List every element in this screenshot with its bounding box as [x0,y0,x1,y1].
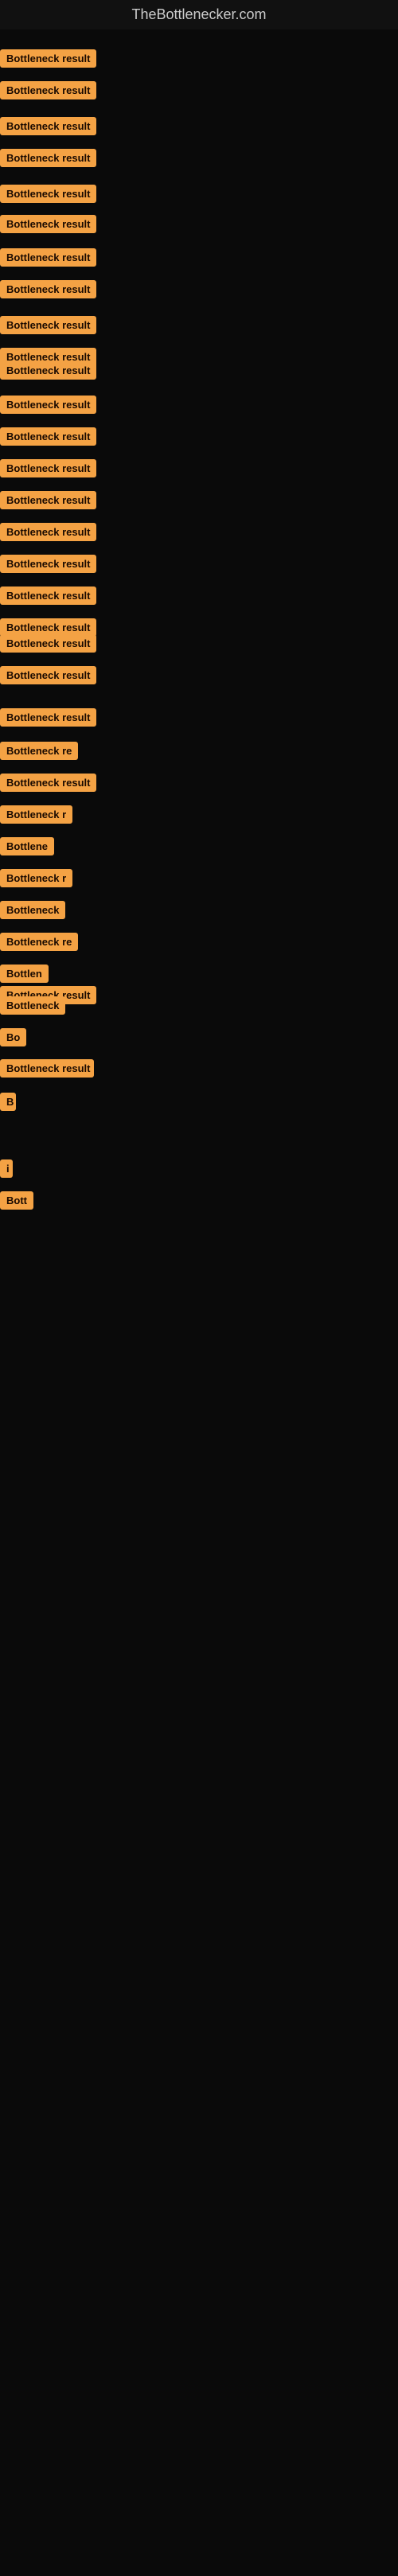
bottleneck-badge: Bottleneck [0,901,65,919]
bottleneck-item[interactable]: Bottleneck result [0,361,96,384]
bottleneck-item[interactable]: Bottlen [0,965,49,987]
bottleneck-item[interactable]: Bottleneck result [0,316,96,338]
bottleneck-item[interactable]: Bottleneck result [0,149,96,171]
bottleneck-item[interactable]: Bottleneck result [0,666,96,688]
bottleneck-badge: Bottleneck re [0,742,78,760]
bottleneck-item[interactable]: Bottleneck result [0,81,96,103]
bottleneck-item[interactable]: Bottleneck result [0,587,96,609]
bottleneck-item[interactable]: Bottleneck result [0,396,96,418]
bottleneck-badge: Bottleneck r [0,805,72,824]
bottleneck-item[interactable]: Bottleneck result [0,459,96,481]
bottleneck-badge: Bottleneck result [0,361,96,380]
bottleneck-item[interactable]: Bottleneck result [0,491,96,513]
bottleneck-item[interactable]: Bottleneck result [0,117,96,139]
bottleneck-badge: Bottleneck result [0,555,96,573]
bottleneck-item[interactable]: i [0,1159,13,1182]
bottleneck-badge: Bottleneck re [0,933,78,951]
bottleneck-item[interactable]: Bottlene [0,837,54,859]
bottleneck-badge: Bottlen [0,965,49,983]
bottleneck-item[interactable]: Bottleneck r [0,869,72,891]
bottleneck-item[interactable]: Bottleneck result [0,555,96,577]
bottleneck-badge: i [0,1159,13,1178]
bottleneck-item[interactable]: Bottleneck result [0,708,96,731]
bottleneck-badge: Bottleneck result [0,774,96,792]
bottleneck-badge: Bottleneck result [0,666,96,684]
bottleneck-item[interactable]: Bottleneck [0,901,65,923]
bottleneck-item[interactable]: Bottleneck re [0,742,78,764]
site-title: TheBottlenecker.com [0,0,398,29]
bottleneck-item[interactable]: Bottleneck result [0,185,96,207]
bottleneck-badge: Bottleneck result [0,215,96,233]
bottleneck-item[interactable]: Bottleneck result [0,634,96,657]
bottleneck-item[interactable]: Bottleneck result [0,49,96,72]
bottleneck-item[interactable]: Bottleneck result [0,1059,94,1081]
bottleneck-item[interactable]: Bottleneck result [0,523,96,545]
bottleneck-item[interactable]: Bottleneck result [0,248,96,271]
bottleneck-badge: Bottleneck [0,996,65,1015]
bottleneck-badge: Bottleneck result [0,149,96,167]
bottleneck-badge: Bottleneck result [0,587,96,605]
bottleneck-badge: Bott [0,1191,33,1210]
bottleneck-badge: Bottleneck result [0,117,96,135]
bottleneck-badge: Bottleneck result [0,316,96,334]
bottleneck-badge: Bottleneck result [0,708,96,727]
bottleneck-badge: Bottleneck result [0,49,96,68]
bottleneck-item[interactable]: Bo [0,1028,26,1050]
bottleneck-item[interactable]: Bottleneck result [0,427,96,450]
bottleneck-badge: Bottleneck result [0,427,96,446]
bottleneck-item[interactable]: Bottleneck result [0,774,96,796]
bottleneck-badge: Bottleneck result [0,634,96,653]
bottleneck-badge: Bo [0,1028,26,1046]
bottleneck-badge: Bottleneck result [0,491,96,509]
bottleneck-list: Bottleneck result Bottleneck result Bottle… [0,29,398,2576]
bottleneck-badge: Bottleneck result [0,523,96,541]
bottleneck-badge: B [0,1093,16,1111]
bottleneck-badge: Bottleneck result [0,396,96,414]
bottleneck-item[interactable]: Bottleneck re [0,933,78,955]
bottleneck-item[interactable]: Bottleneck result [0,280,96,302]
bottleneck-item[interactable]: Bott [0,1191,33,1214]
bottleneck-item[interactable]: Bottleneck result [0,215,96,237]
bottleneck-item[interactable]: Bottleneck [0,996,65,1019]
bottleneck-badge: Bottleneck result [0,248,96,267]
bottleneck-badge: Bottlene [0,837,54,855]
bottleneck-badge: Bottleneck result [0,1059,94,1078]
bottleneck-item[interactable]: B [0,1093,16,1115]
bottleneck-badge: Bottleneck result [0,459,96,477]
bottleneck-badge: Bottleneck result [0,185,96,203]
bottleneck-item[interactable]: Bottleneck r [0,805,72,828]
bottleneck-badge: Bottleneck r [0,869,72,887]
bottleneck-badge: Bottleneck result [0,280,96,298]
bottleneck-badge: Bottleneck result [0,81,96,99]
